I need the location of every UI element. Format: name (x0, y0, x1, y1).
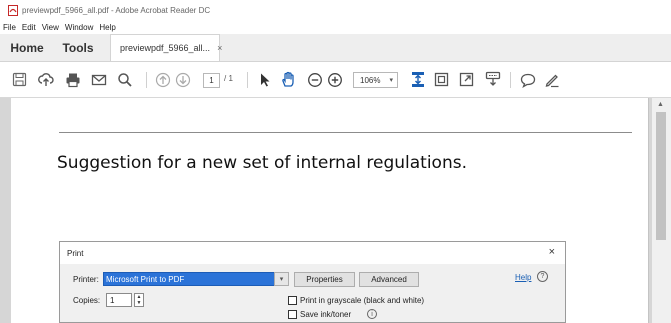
toolbar-separator (510, 72, 511, 88)
email-icon[interactable] (90, 71, 107, 88)
toolbar-separator (247, 72, 248, 88)
vertical-scrollbar[interactable]: ▲ (652, 98, 671, 323)
chevron-down-icon: ▾ (389, 77, 393, 84)
print-dialog-title: Print (67, 248, 84, 258)
header-rule (59, 132, 632, 133)
toolbar: 1 / 1 106% ▾ (0, 62, 671, 98)
scrollbar-thumb[interactable] (656, 112, 666, 240)
next-page-icon[interactable] (174, 71, 191, 88)
menu-bar: File Edit View Window Help (0, 20, 671, 34)
menu-window[interactable]: Window (65, 23, 93, 32)
copies-label: Copies: (73, 296, 101, 305)
copies-stepper[interactable]: ▲ ▼ (134, 293, 144, 307)
fit-page-icon[interactable] (409, 71, 426, 88)
zoom-level-value: 106% (360, 75, 381, 85)
properties-button[interactable]: Properties (294, 272, 355, 287)
scroll-up-icon[interactable]: ▲ (657, 101, 664, 108)
save-ink-checkbox[interactable] (288, 310, 297, 319)
hand-tool-icon[interactable] (280, 71, 297, 88)
grayscale-label: Print in grayscale (black and white) (300, 296, 425, 305)
toolbar-separator (146, 72, 147, 88)
stamp-icon[interactable] (484, 71, 501, 88)
advanced-button[interactable]: Advanced (359, 272, 419, 287)
upload-icon[interactable] (37, 71, 54, 88)
save-icon[interactable] (11, 71, 28, 88)
tab-bar: Home Tools previewpdf_5966_all... × (0, 34, 671, 62)
window-title: previewpdf_5966_all.pdf - Adobe Acrobat … (22, 5, 211, 15)
title-bar: previewpdf_5966_all.pdf - Adobe Acrobat … (0, 0, 671, 20)
select-cursor-icon[interactable] (256, 71, 273, 88)
print-icon[interactable] (64, 71, 81, 88)
full-screen-icon[interactable] (433, 71, 450, 88)
zoom-in-icon[interactable] (326, 71, 343, 88)
help-link[interactable]: Help (515, 273, 531, 282)
tab-home[interactable]: Home (0, 34, 54, 61)
printer-label: Printer: (73, 275, 99, 284)
printer-select-value: Microsoft Print to PDF (106, 274, 185, 284)
tab-close-icon[interactable]: × (217, 43, 222, 53)
document-heading: Suggestion for a new set of internal reg… (57, 153, 467, 173)
print-dialog-titlebar: Print (60, 242, 565, 264)
menu-view[interactable]: View (42, 23, 59, 32)
printer-select[interactable]: Microsoft Print to PDF (103, 272, 289, 286)
comment-icon[interactable] (519, 71, 536, 88)
acrobat-pdf-icon (8, 4, 18, 16)
tab-document[interactable]: previewpdf_5966_all... × (110, 34, 222, 61)
menu-help[interactable]: Help (99, 23, 115, 32)
info-icon[interactable]: i (367, 309, 377, 319)
chevron-down-icon[interactable]: ▾ (274, 272, 289, 286)
menu-file[interactable]: File (3, 23, 16, 32)
page-total: / 1 (224, 74, 233, 83)
tab-tools[interactable]: Tools (54, 34, 102, 61)
tab-document-label: previewpdf_5966_all... (120, 43, 211, 53)
menu-edit[interactable]: Edit (22, 23, 36, 32)
close-icon[interactable]: × (549, 246, 555, 258)
copies-input[interactable]: 1 (106, 293, 132, 307)
search-icon[interactable] (116, 71, 133, 88)
previous-page-icon[interactable] (154, 71, 171, 88)
grayscale-checkbox[interactable] (288, 296, 297, 305)
print-dialog: Print × Printer: Microsoft Print to PDF … (59, 241, 566, 323)
zoom-out-icon[interactable] (306, 71, 323, 88)
copies-value: 1 (110, 295, 115, 305)
marquee-zoom-icon[interactable] (458, 71, 475, 88)
help-icon[interactable]: ? (537, 271, 548, 282)
page-number-input[interactable]: 1 (203, 73, 220, 88)
zoom-level-select[interactable]: 106% ▾ (353, 72, 398, 88)
save-ink-label: Save ink/toner (300, 310, 352, 319)
sign-icon[interactable] (543, 71, 560, 88)
